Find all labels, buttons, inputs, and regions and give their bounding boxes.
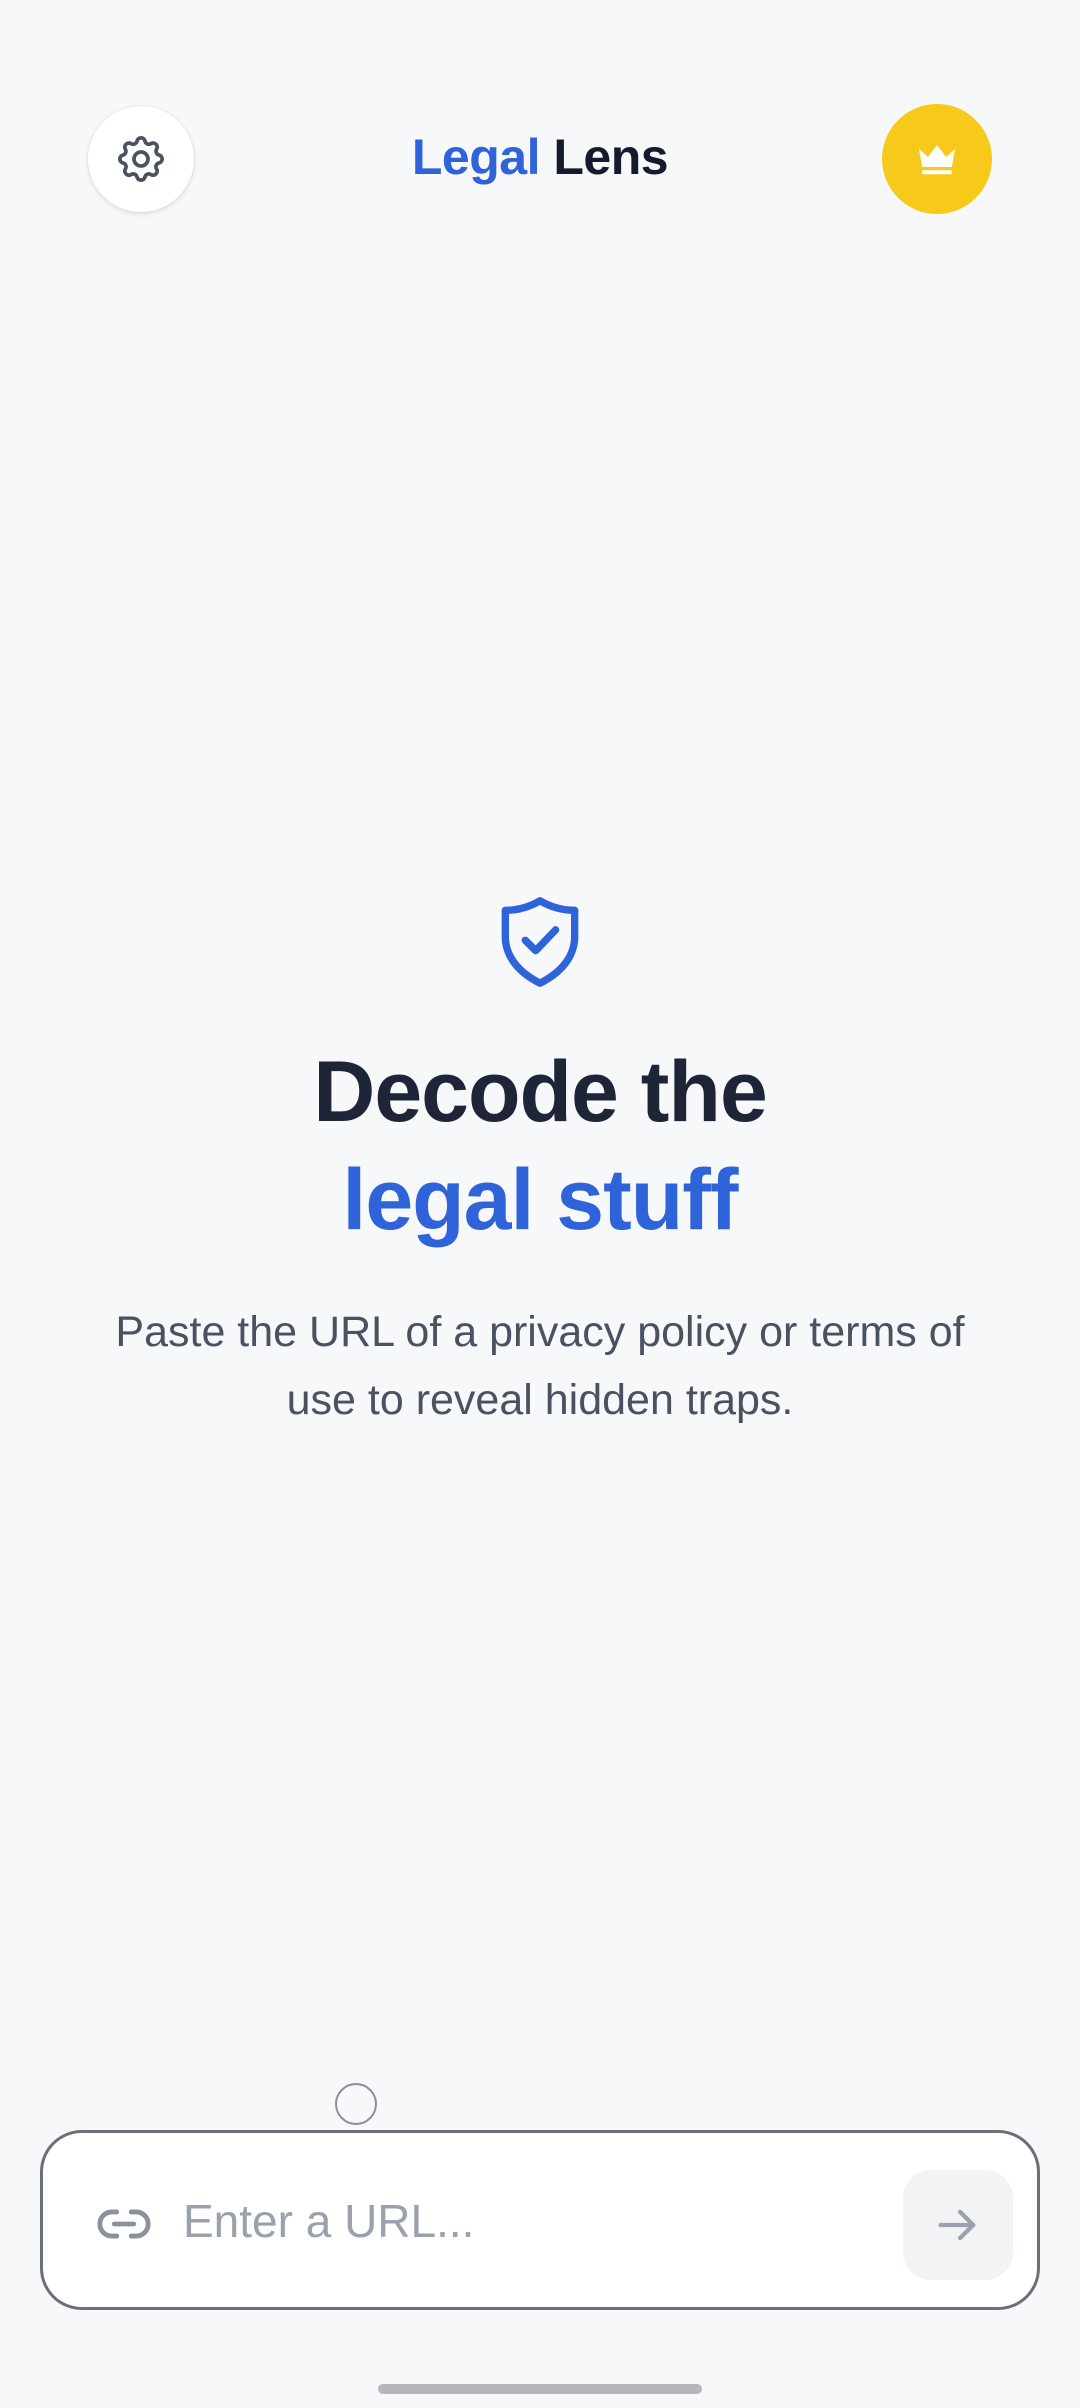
app-title-lens: Lens — [553, 129, 669, 185]
url-input[interactable] — [183, 2173, 883, 2269]
url-input-bar[interactable] — [40, 2130, 1040, 2310]
link-icon — [97, 2209, 151, 2239]
submit-button[interactable] — [903, 2170, 1013, 2280]
app-title-legal: Legal — [411, 129, 541, 185]
shield-check-icon — [501, 897, 579, 987]
touch-indicator — [335, 2083, 377, 2125]
headline-line2: legal stuff — [342, 1152, 738, 1248]
hero-section: Decode the legal stuff Paste the URL of … — [0, 890, 1080, 1434]
home-indicator[interactable] — [378, 2384, 702, 2394]
arrow-right-icon — [938, 2209, 976, 2241]
headline-line1: Decode the — [313, 1044, 768, 1140]
crown-icon — [919, 145, 955, 175]
premium-button[interactable] — [882, 104, 992, 214]
app-header: Legal Lens — [0, 0, 1080, 320]
hero-subtitle: Paste the URL of a privacy policy or ter… — [115, 1308, 965, 1424]
hero-headline: Decode the legal stuff — [0, 1038, 1080, 1254]
